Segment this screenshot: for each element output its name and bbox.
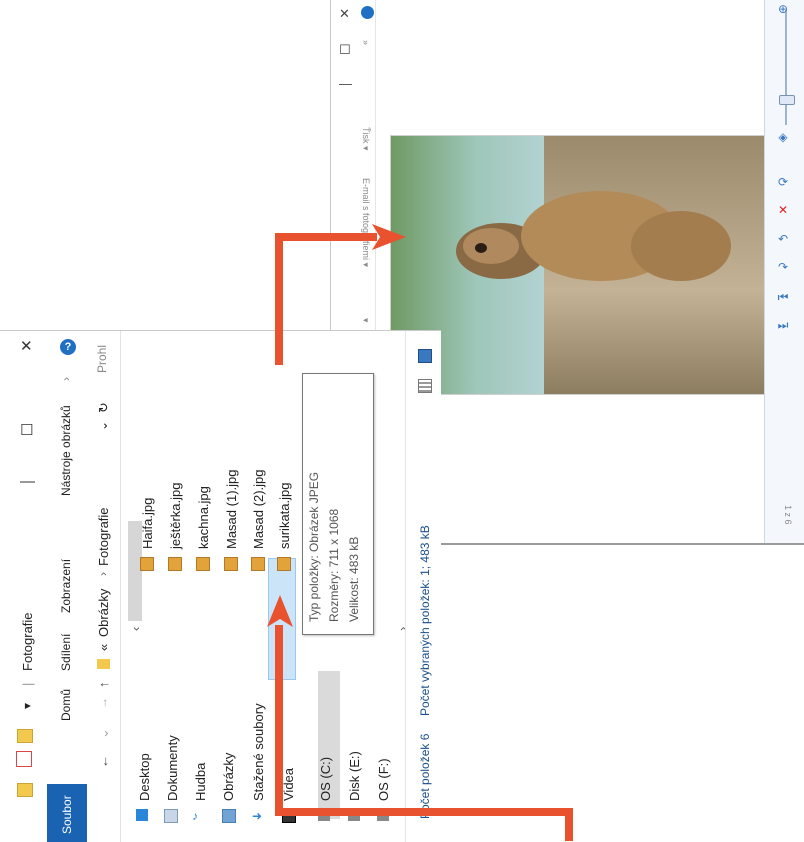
window-title: Fotografie (20, 612, 35, 671)
qat-dropdown[interactable]: ▾ (20, 703, 34, 709)
arrow-head-up (267, 595, 293, 627)
up-button[interactable]: ↑ (96, 682, 111, 689)
documents-icon (164, 809, 178, 823)
arrow-head-right (372, 224, 406, 250)
status-item-count: Počet položek 6 (418, 733, 432, 819)
viewer-maximize-button[interactable]: ☐ (339, 42, 351, 58)
viewer-open-menu[interactable]: ▾ (360, 318, 371, 323)
zoom-in-icon[interactable]: ⊕ (775, 2, 791, 16)
tooltip-dimensions: Rozměry: 711 x 1068 (327, 508, 341, 622)
title-bar: ✕ ☐ — Fotografie | ▾ (0, 331, 48, 842)
folder-icon[interactable] (17, 729, 33, 743)
rotate-left-icon[interactable]: ↶ (775, 232, 791, 246)
tab-file[interactable]: Soubor (47, 784, 87, 842)
file-masad-2[interactable]: Masad (2).jpg (251, 470, 266, 549)
address-bar: Prohl ↻ ⌄ Fotografie › Obrázky « ↑ → ⌄ ← (87, 331, 121, 842)
downloads-icon: ➜ (252, 809, 263, 823)
nav-documents[interactable]: Dokumenty (165, 735, 180, 801)
tooltip-type: Typ položky: Obrázek JPEG (307, 471, 321, 622)
viewer-chevron[interactable]: » (361, 40, 371, 45)
tab-file-label: Soubor (60, 795, 74, 834)
back-button[interactable]: ← (96, 755, 111, 768)
pictures-icon (222, 809, 236, 823)
jpg-file-icon (168, 557, 182, 571)
delete-icon[interactable]: ✕ (775, 203, 791, 217)
music-icon: ♪ (192, 809, 198, 823)
title-separator: | (20, 682, 35, 686)
help-icon[interactable]: ? (60, 339, 76, 355)
search-input[interactable]: Prohl (95, 345, 109, 373)
zoom-slider-track[interactable] (785, 10, 787, 125)
rotate-icon[interactable]: ⟳ (775, 175, 791, 189)
file-masad-1[interactable]: Masad (1).jpg (224, 470, 239, 549)
nav-music[interactable]: Hudba (193, 763, 208, 801)
file-haifa[interactable]: Haifa.jpg (140, 498, 155, 549)
maximize-button[interactable]: ☐ (20, 421, 33, 439)
ribbon-expand[interactable]: › (59, 377, 73, 381)
file-jesterka[interactable]: ještěrka.jpg (168, 483, 183, 549)
file-surikata[interactable]: surikata.jpg (277, 483, 292, 549)
jpg-file-icon (224, 557, 238, 571)
address-folder-icon (97, 659, 110, 669)
previous-icon[interactable]: ⏮ (775, 290, 791, 305)
recent-button[interactable]: ⌄ (96, 728, 112, 739)
viewer-close-button[interactable]: ✕ (339, 6, 350, 22)
arrow-segment (275, 808, 573, 816)
breadcrumb-overflow[interactable]: « (96, 644, 111, 651)
ribbon-tabs: ? › Nástroje obrázků Zobrazení Sdílení D… (47, 331, 88, 842)
meerkat-figure (456, 191, 731, 281)
next-icon[interactable]: ⏭ (775, 318, 791, 333)
zoom-slider-thumb[interactable] (779, 95, 795, 105)
jpg-file-icon (140, 557, 154, 571)
breadcrumb-obrazky[interactable]: Obrázky (96, 589, 111, 637)
viewer-help-icon[interactable] (361, 6, 374, 19)
app-folder-icon (17, 783, 33, 797)
arrow-segment (275, 233, 283, 365)
viewer-email-menu[interactable]: E-mail s fotografiemi ▾ (360, 178, 371, 267)
tab-picture-tools[interactable]: Nástroje obrázků (59, 405, 73, 496)
status-selected: Počet vybraných položek: 1; 483 kB (418, 525, 432, 716)
file-explorer-window: ✕ ☐ — Fotografie | ▾ ? › Nástroje obrázk… (0, 330, 441, 842)
nav-os-f[interactable]: OS (F:) (376, 758, 391, 801)
viewer-minimize-button[interactable]: — (339, 76, 352, 91)
tab-share[interactable]: Sdílení (59, 634, 73, 671)
file-tooltip: Typ položky: Obrázek JPEG Rozměry: 711 x… (302, 373, 374, 635)
nav-pictures[interactable]: Obrázky (221, 753, 236, 801)
arrow-segment (275, 625, 283, 816)
jpg-file-icon (196, 557, 210, 571)
breadcrumb-separator: › (96, 572, 110, 576)
desktop-icon (136, 809, 148, 821)
minimize-button[interactable]: — (20, 473, 35, 490)
status-bar: Počet položek 6 Počet vybraných položek:… (405, 331, 441, 842)
jpg-file-icon (277, 557, 291, 571)
properties-icon[interactable] (16, 751, 32, 767)
rotate-right-icon[interactable]: ↷ (775, 260, 791, 274)
tooltip-size: Velikost: 483 kB (347, 536, 361, 622)
nav-os-c[interactable]: OS (C:) (318, 757, 333, 801)
address-dropdown-icon[interactable]: ⌄ (96, 421, 110, 431)
arrow-segment (275, 233, 377, 241)
meerkat-photo (390, 135, 775, 395)
scroll-left-button[interactable]: ‹ (128, 627, 143, 631)
page-indicator: 1 z 6 (783, 505, 793, 525)
refresh-icon[interactable]: ↻ (96, 402, 112, 413)
forward-button[interactable]: → (96, 697, 110, 709)
viewer-print-menu[interactable]: Ťisk ▾ (360, 127, 371, 151)
nav-desktop[interactable]: Desktop (137, 753, 152, 801)
viewer-bottom-toolbar: ⊕ ◈ ⟳ ✕ ↶ ↷ ⏮ ⏭ 1 z 6 (764, 0, 804, 545)
nav-disk-e[interactable]: Disk (E:) (347, 751, 362, 801)
tab-view[interactable]: Zobrazení (59, 559, 73, 613)
fit-icon[interactable]: ◈ (775, 130, 791, 144)
details-view-icon[interactable] (418, 379, 432, 393)
file-kachna[interactable]: kachna.jpg (196, 486, 211, 549)
close-button[interactable]: ✕ (20, 337, 33, 355)
nav-videos[interactable]: Videa (281, 768, 296, 801)
large-icons-view-icon[interactable] (418, 349, 432, 363)
jpg-file-icon (251, 557, 265, 571)
tab-home[interactable]: Domů (59, 689, 73, 721)
nav-downloads[interactable]: Stažené soubory (251, 703, 266, 801)
breadcrumb-fotografie[interactable]: Fotografie (96, 507, 111, 566)
